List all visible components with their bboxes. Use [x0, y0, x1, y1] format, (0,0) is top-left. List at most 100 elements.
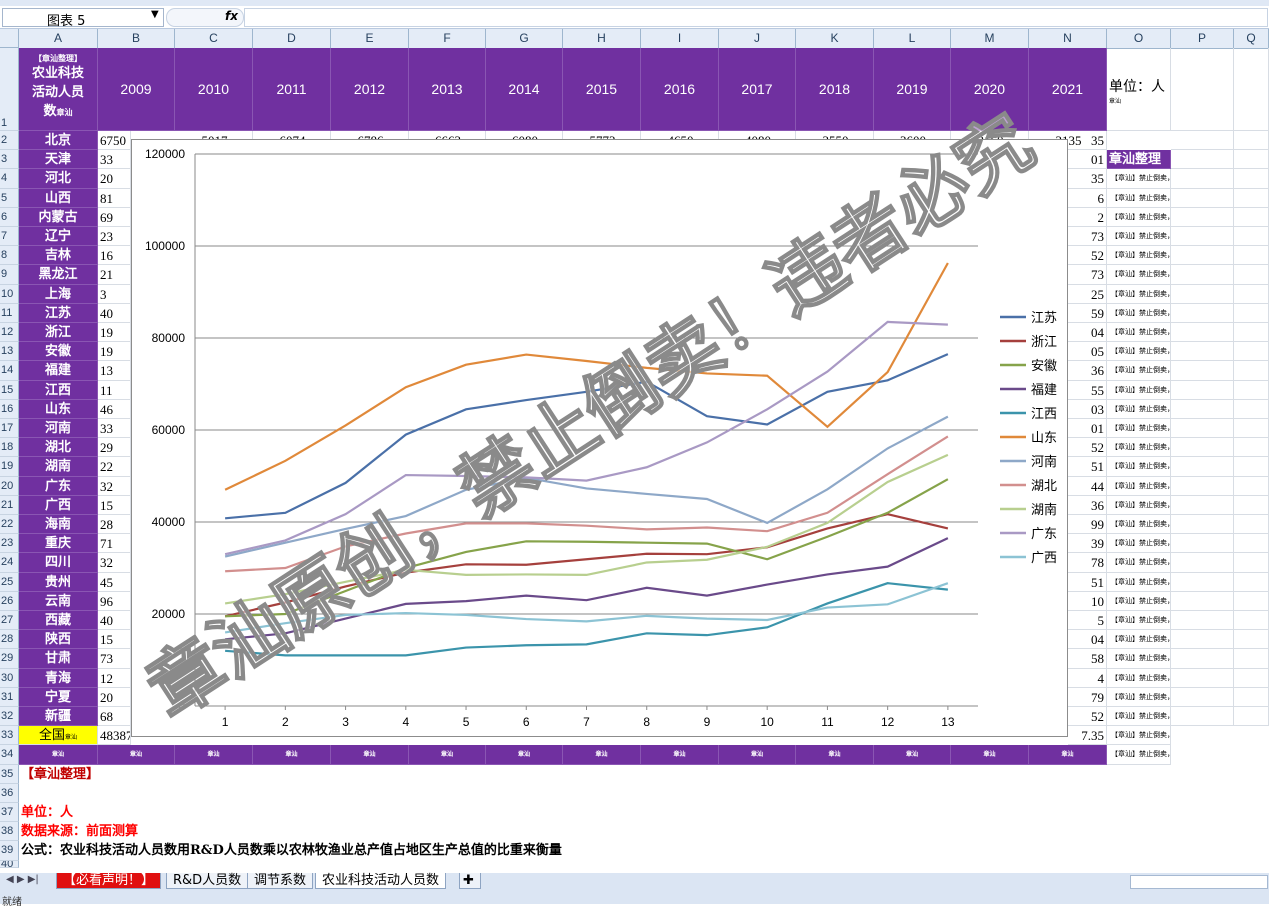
notice-cell[interactable]: 【章汕】禁止倒卖，违者必究: [1107, 227, 1171, 247]
value-cell-n[interactable]: 58: [1068, 649, 1107, 669]
notice-cell[interactable]: 【章汕】禁止倒卖，违者必究: [1107, 553, 1171, 573]
value-cell-b[interactable]: 16: [98, 246, 131, 266]
cell-q[interactable]: [1234, 380, 1269, 400]
row34-mark[interactable]: 章汕: [175, 745, 253, 765]
cell-q[interactable]: [1234, 188, 1269, 208]
value-cell-b[interactable]: 13: [98, 361, 131, 381]
province-cell[interactable]: 天津: [19, 150, 98, 170]
fx-control[interactable]: fx: [166, 8, 244, 27]
notice-cell[interactable]: 【章汕】禁止倒卖，违者必究: [1107, 726, 1171, 746]
notice-cell[interactable]: 【章汕】禁止倒卖，违者必究: [1107, 361, 1171, 381]
province-cell[interactable]: 贵州: [19, 572, 98, 592]
notice-cell[interactable]: 【章汕】禁止倒卖，违者必究: [1107, 745, 1171, 765]
notice-cell[interactable]: 【章汕】禁止倒卖，违者必究: [1107, 399, 1171, 419]
cell-p[interactable]: [1171, 323, 1234, 343]
cell-q[interactable]: [1234, 438, 1269, 458]
province-cell[interactable]: 辽宁: [19, 227, 98, 247]
value-cell-b[interactable]: 12: [98, 668, 131, 688]
notice-cell[interactable]: 章汕整理: [1107, 150, 1171, 170]
year-header-2009[interactable]: 2009: [98, 48, 175, 131]
row-header-8[interactable]: 8: [0, 246, 19, 266]
row-header-17[interactable]: 17: [0, 419, 19, 439]
value-cell-b[interactable]: 29: [98, 438, 131, 458]
notice-cell[interactable]: 【章汕】禁止倒卖，违者必究: [1107, 438, 1171, 458]
notice-cell[interactable]: 【章汕】禁止倒卖，违者必究: [1107, 303, 1171, 323]
notice-cell[interactable]: 【章汕】禁止倒卖，违者必究: [1107, 380, 1171, 400]
national-label-cell[interactable]: 全国章汕: [19, 726, 98, 746]
row34-mark[interactable]: 章汕: [719, 745, 796, 765]
value-cell-n[interactable]: 4: [1068, 668, 1107, 688]
province-cell[interactable]: 湖南: [19, 457, 98, 477]
row34-mark[interactable]: 章汕: [1029, 745, 1107, 765]
value-cell-b[interactable]: 69: [98, 207, 131, 227]
note-a38[interactable]: 数据来源：前面测算: [19, 822, 919, 841]
row-header-19[interactable]: 19: [0, 457, 19, 477]
value-cell-n[interactable]: 01: [1068, 150, 1107, 170]
value-cell-n[interactable]: 79: [1068, 687, 1107, 707]
value-cell-b[interactable]: 45: [98, 572, 131, 592]
value-cell-b[interactable]: 19: [98, 323, 131, 343]
national-n[interactable]: 7.35: [1068, 726, 1107, 746]
row34-mark[interactable]: 章汕: [951, 745, 1029, 765]
value-cell-n[interactable]: 03: [1068, 399, 1107, 419]
value-cell-b[interactable]: 20: [98, 687, 131, 707]
value-cell-b[interactable]: 11: [98, 380, 131, 400]
value-cell-n[interactable]: 52: [1068, 246, 1107, 266]
column-header-k[interactable]: K: [796, 29, 874, 48]
value-cell-b[interactable]: 33: [98, 419, 131, 439]
value-cell-n[interactable]: 55: [1068, 380, 1107, 400]
cell-q[interactable]: [1234, 284, 1269, 304]
cell-p[interactable]: [1171, 265, 1234, 285]
notice-cell[interactable]: 【章汕】禁止倒卖，违者必究: [1107, 591, 1171, 611]
row34-mark[interactable]: 章汕: [641, 745, 719, 765]
notice-cell[interactable]: 【章汕】禁止倒卖，违者必究: [1107, 476, 1171, 496]
tab-notice[interactable]: 【必看声明！】: [56, 873, 162, 889]
value-cell-b[interactable]: 6750: [98, 131, 131, 151]
value-cell-b[interactable]: 19: [98, 342, 131, 362]
cell-q[interactable]: [1234, 361, 1269, 381]
cell-q[interactable]: [1234, 630, 1269, 650]
value-cell-n[interactable]: 52: [1068, 438, 1107, 458]
row34-mark[interactable]: 章汕: [486, 745, 563, 765]
formula-input[interactable]: [244, 8, 1268, 27]
cell-q[interactable]: [1234, 534, 1269, 554]
notice-cell[interactable]: 【章汕】禁止倒卖，违者必究: [1107, 649, 1171, 669]
value-cell-n[interactable]: 51: [1068, 572, 1107, 592]
province-cell[interactable]: 陕西: [19, 630, 98, 650]
value-cell-b[interactable]: 96: [98, 591, 131, 611]
value-cell-n[interactable]: 36: [1068, 361, 1107, 381]
year-header-2021[interactable]: 2021: [1029, 48, 1107, 131]
cell-q[interactable]: [1234, 476, 1269, 496]
cell-q[interactable]: [1234, 668, 1269, 688]
notice-cell[interactable]: 【章汕】禁止倒卖，违者必究: [1107, 495, 1171, 515]
cell-q[interactable]: [1234, 246, 1269, 266]
cell-p[interactable]: [1171, 150, 1234, 170]
notice-cell[interactable]: 【章汕】禁止倒卖，违者必究: [1107, 457, 1171, 477]
province-cell[interactable]: 吉林: [19, 246, 98, 266]
cell-p[interactable]: [1171, 342, 1234, 362]
value-cell-b[interactable]: 3: [98, 284, 131, 304]
value-cell-b[interactable]: 40: [98, 611, 131, 631]
cell-p[interactable]: [1171, 649, 1234, 669]
cell-q[interactable]: [1234, 611, 1269, 631]
year-header-2014[interactable]: 2014: [486, 48, 563, 131]
cell-q[interactable]: [1234, 227, 1269, 247]
value-cell-b[interactable]: 28: [98, 515, 131, 535]
value-cell-b[interactable]: 20: [98, 169, 131, 189]
province-cell[interactable]: 福建: [19, 361, 98, 381]
row-header-35[interactable]: 35: [0, 764, 19, 784]
note-a37[interactable]: 单位：人: [19, 803, 919, 822]
value-cell-n[interactable]: 01: [1068, 419, 1107, 439]
year-header-2013[interactable]: 2013: [409, 48, 486, 131]
cell-p[interactable]: [1171, 572, 1234, 592]
unit-cell[interactable]: 单位：人 章汕: [1107, 48, 1171, 131]
notice-cell[interactable]: 【章汕】禁止倒卖，违者必究: [1107, 707, 1171, 727]
row34-mark[interactable]: 章汕: [874, 745, 951, 765]
national-b[interactable]: 48387: [98, 726, 131, 746]
row-header-5[interactable]: 5: [0, 188, 19, 208]
cell-p[interactable]: [1171, 591, 1234, 611]
province-cell[interactable]: 河南: [19, 419, 98, 439]
value-cell-n[interactable]: 04: [1068, 323, 1107, 343]
row-header-11[interactable]: 11: [0, 303, 19, 323]
notice-cell[interactable]: 【章汕】禁止倒卖，违者必究: [1107, 207, 1171, 227]
